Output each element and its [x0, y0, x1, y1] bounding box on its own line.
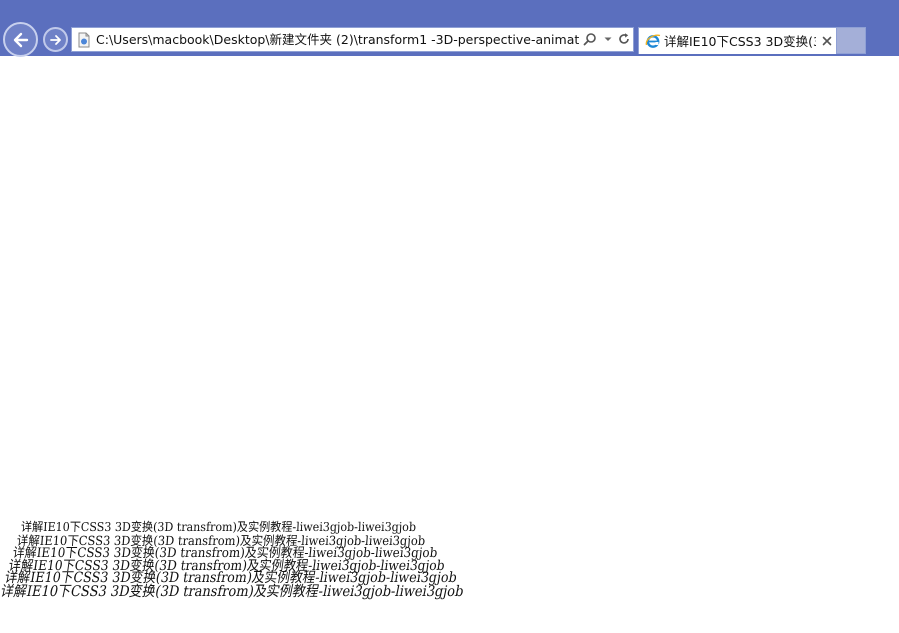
address-bar[interactable]: C:\Users\macbook\Desktop\新建文件夹 (2)\trans…: [71, 27, 634, 52]
close-icon[interactable]: [821, 35, 833, 47]
tab-title: 详解IE10下CSS3 3D变换(3...: [664, 34, 816, 49]
back-button[interactable]: [3, 22, 38, 57]
search-icon[interactable]: [583, 32, 597, 46]
browser-toolbar: C:\Users\macbook\Desktop\新建文件夹 (2)\trans…: [0, 0, 899, 57]
forward-button[interactable]: [43, 27, 68, 52]
chevron-down-icon[interactable]: [601, 32, 615, 46]
new-tab-button[interactable]: [837, 27, 866, 54]
refresh-icon[interactable]: [617, 32, 631, 46]
forward-arrow-icon: [49, 34, 61, 45]
tab-active[interactable]: 详解IE10下CSS3 3D变换(3...: [638, 27, 837, 54]
page-icon: [78, 32, 90, 48]
page-content: 详解IE10下CSS3 3D变换(3D transfrom)及实例教程-liwe…: [0, 56, 899, 633]
back-arrow-icon: [13, 32, 28, 47]
ie-logo-icon: [645, 34, 661, 48]
address-url[interactable]: C:\Users\macbook\Desktop\新建文件夹 (2)\trans…: [96, 28, 579, 51]
perspective-text-line: 详解IE10下CSS3 3D变换(3D transfrom)及实例教程-liwe…: [0, 583, 466, 600]
